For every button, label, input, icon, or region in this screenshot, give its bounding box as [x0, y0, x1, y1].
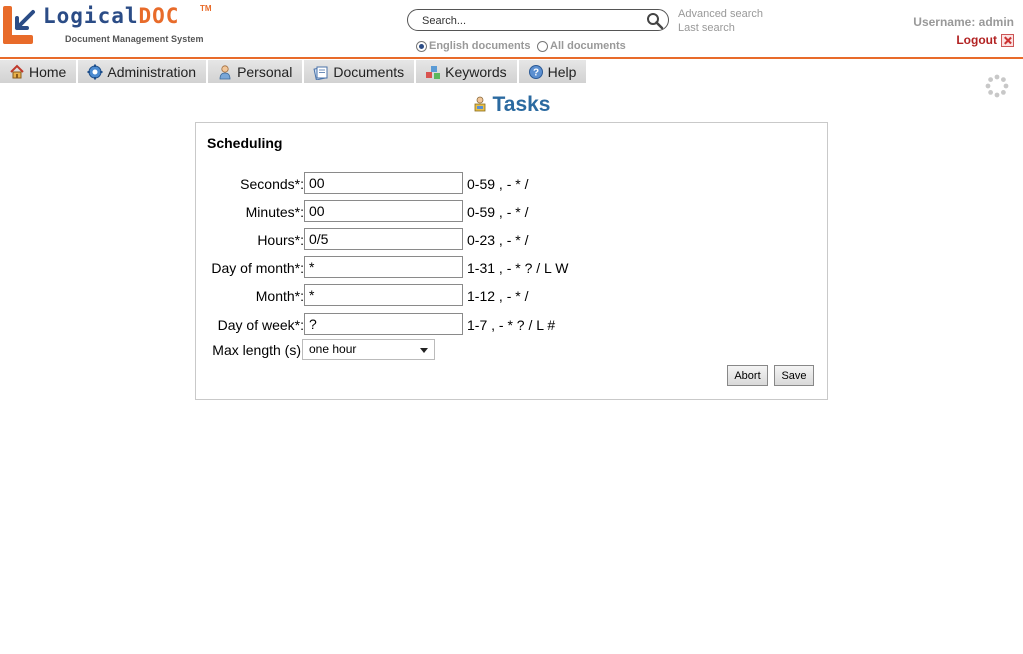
last-search-link[interactable]: Last search	[678, 22, 735, 34]
chevron-down-icon[interactable]	[420, 348, 428, 353]
main-menu: Home Administration Personal Documents K…	[0, 60, 589, 83]
page-title-text: Tasks	[492, 93, 551, 116]
page-title: Tasks	[0, 93, 1023, 117]
day-of-week-row: Day of week*: 1-7 , - * ? / L #	[196, 313, 827, 335]
day-of-week-field[interactable]	[304, 313, 463, 335]
day-of-week-label: Day of week*:	[217, 317, 304, 333]
minutes-field[interactable]	[304, 200, 463, 222]
menu-item-keywords[interactable]: Keywords	[416, 60, 519, 83]
month-hint: 1-12 , - * /	[467, 288, 529, 304]
menu-item-personal-label: Personal	[237, 63, 293, 80]
hours-row: Hours*: 0-23 , - * /	[196, 228, 827, 250]
scheduling-panel: Scheduling Seconds*: 0-59 , - * / Minute…	[195, 122, 828, 400]
logout-label: Logout	[956, 33, 997, 47]
seconds-hint: 0-59 , - * /	[467, 176, 529, 192]
seconds-label: Seconds*:	[240, 176, 304, 192]
advanced-search-link[interactable]: Advanced search	[678, 8, 763, 20]
svg-text:?: ?	[533, 67, 539, 78]
logo-brand: LogicalDOC	[43, 4, 180, 28]
month-label: Month*:	[255, 288, 304, 304]
header-divider	[0, 57, 1023, 59]
lang-all-label: All documents	[550, 40, 626, 52]
max-length-select[interactable]: one hour	[302, 339, 435, 360]
menu-item-keywords-label: Keywords	[445, 63, 507, 80]
seconds-field[interactable]	[304, 172, 463, 194]
day-of-month-label: Day of month*:	[211, 260, 304, 276]
lang-all-radio[interactable]: All documents	[537, 40, 626, 52]
header: LogicalDOC TM Document Management System…	[0, 0, 1023, 58]
menu-item-help[interactable]: ? Help	[518, 60, 589, 83]
logo-mark-icon	[3, 6, 35, 44]
seconds-row: Seconds*: 0-59 , - * /	[196, 172, 827, 194]
month-field[interactable]	[304, 284, 463, 306]
gear-icon	[87, 64, 103, 79]
menu-item-home-label: Home	[29, 63, 67, 80]
max-length-label: Max length (s)	[212, 342, 301, 358]
hours-hint: 0-23 , - * /	[467, 232, 529, 248]
help-icon: ?	[528, 64, 543, 79]
hours-label: Hours*:	[257, 232, 304, 248]
documents-icon	[313, 65, 328, 80]
keywords-icon	[426, 65, 441, 79]
username-label: Username: admin	[913, 15, 1014, 29]
abort-button[interactable]: Abort	[727, 365, 768, 386]
day-of-week-hint: 1-7 , - * ? / L #	[467, 317, 556, 333]
menu-item-administration[interactable]: Administration	[78, 60, 209, 83]
search-icon[interactable]	[646, 12, 664, 30]
search-box	[407, 9, 669, 31]
minutes-label: Minutes*:	[245, 204, 304, 220]
menu-item-documents[interactable]: Documents	[304, 60, 417, 83]
month-row: Month*: 1-12 , - * /	[196, 284, 827, 306]
logout-icon[interactable]	[1001, 33, 1014, 47]
day-of-month-hint: 1-31 , - * ? / L W	[467, 260, 569, 276]
logout-link[interactable]: Logout	[956, 33, 1014, 47]
day-of-month-row: Day of month*: 1-31 , - * ? / L W	[196, 256, 827, 278]
menu-item-administration-label: Administration	[107, 63, 197, 80]
hours-field[interactable]	[304, 228, 463, 250]
search-input[interactable]	[422, 13, 642, 28]
minutes-hint: 0-59 , - * /	[467, 204, 529, 220]
minutes-row: Minutes*: 0-59 , - * /	[196, 200, 827, 222]
home-icon	[10, 64, 24, 78]
radio-selected-icon[interactable]	[416, 40, 427, 52]
logo-tagline: Document Management System	[65, 34, 204, 44]
person-icon	[219, 64, 231, 79]
day-of-month-field[interactable]	[304, 256, 463, 278]
max-length-row: Max length (s) one hour	[196, 339, 827, 361]
logo-tm: TM	[200, 4, 212, 13]
logicaldoc-logo[interactable]: LogicalDOC TM Document Management System	[3, 4, 213, 46]
menu-item-personal[interactable]: Personal	[208, 60, 305, 83]
menu-item-home[interactable]: Home	[0, 60, 79, 83]
radio-unselected-icon[interactable]	[537, 40, 548, 52]
max-length-value: one hour	[309, 342, 357, 356]
save-button[interactable]: Save	[774, 365, 814, 386]
lang-english-radio[interactable]: English documents	[416, 40, 530, 52]
lang-english-label: English documents	[429, 40, 531, 52]
tasks-icon	[474, 96, 485, 112]
scheduling-title: Scheduling	[207, 135, 283, 151]
menu-item-help-label: Help	[547, 63, 577, 80]
menu-item-documents-label: Documents	[333, 63, 405, 80]
